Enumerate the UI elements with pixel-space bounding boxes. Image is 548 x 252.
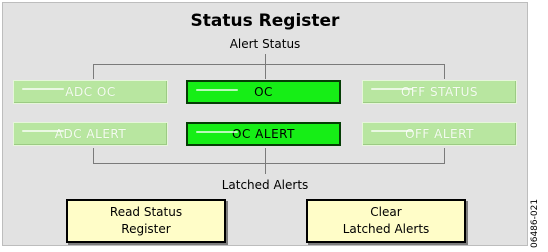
top-bracket-left xyxy=(93,64,94,79)
glare-highlight xyxy=(196,131,238,133)
panel-title: Status Register xyxy=(190,11,340,31)
latched-alerts-label: Latched Alerts xyxy=(221,178,309,192)
figure-id: 06486-021 xyxy=(530,198,540,248)
clear-latched-alerts-button[interactable]: Clear Latched Alerts xyxy=(306,199,466,243)
oc-label: OC xyxy=(254,85,273,99)
read-status-register-button[interactable]: Read Status Register xyxy=(66,199,226,243)
glare-highlight xyxy=(22,130,64,132)
off-alert-indicator: OFF ALERT xyxy=(362,122,517,146)
top-bracket-center xyxy=(265,54,266,79)
adc-alert-indicator: ADC ALERT xyxy=(13,122,168,146)
bottom-bracket-right xyxy=(444,148,445,164)
bottom-bracket-left xyxy=(93,148,94,164)
oc-alert-label: OC ALERT xyxy=(232,127,295,141)
off-status-label: OFF STATUS xyxy=(400,85,479,99)
clear-latched-line1: Clear xyxy=(370,205,402,219)
glare-highlight xyxy=(371,88,413,90)
top-bracket-horizontal xyxy=(93,64,445,65)
glare-highlight xyxy=(22,88,64,90)
oc-alert-indicator: OC ALERT xyxy=(186,122,341,146)
alert-status-label: Alert Status xyxy=(229,37,301,51)
top-bracket-right xyxy=(444,64,445,79)
read-status-line2: Register xyxy=(121,222,171,236)
glare-highlight xyxy=(371,130,413,132)
bottom-bracket-center xyxy=(265,148,266,174)
off-status-indicator: OFF STATUS xyxy=(362,80,517,104)
oc-indicator: OC xyxy=(186,80,341,104)
read-status-line1: Read Status xyxy=(109,205,183,219)
bottom-bracket-horizontal xyxy=(93,163,445,164)
status-register-panel: Status Register Alert Status ADC OC OC O… xyxy=(2,2,528,246)
adc-oc-indicator: ADC OC xyxy=(13,80,168,104)
clear-latched-line2: Latched Alerts xyxy=(342,222,430,236)
adc-oc-label: ADC OC xyxy=(65,85,116,99)
glare-highlight xyxy=(196,89,238,91)
adc-alert-label: ADC ALERT xyxy=(54,127,127,141)
off-alert-label: OFF ALERT xyxy=(405,127,474,141)
